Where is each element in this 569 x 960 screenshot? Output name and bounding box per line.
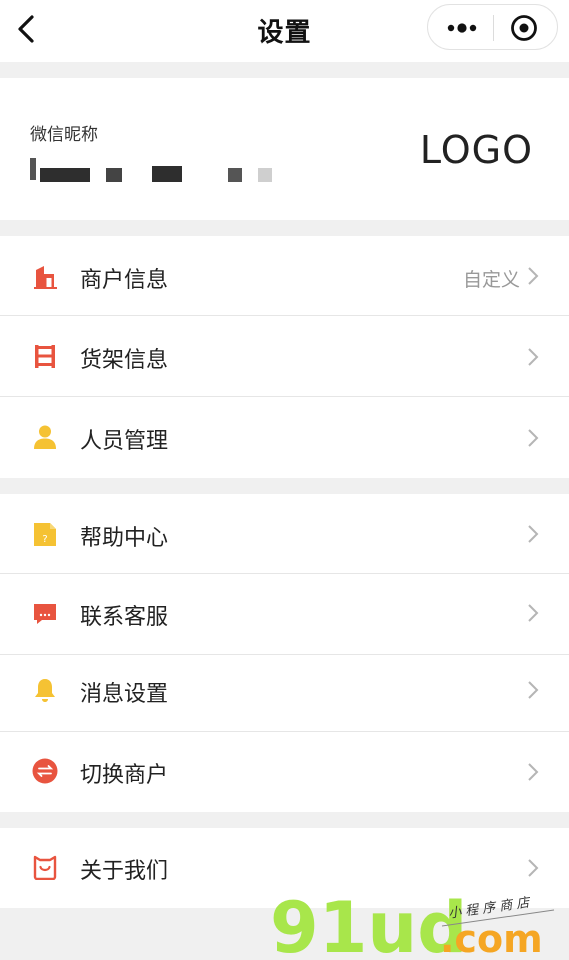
capsule-divider	[493, 15, 494, 41]
nickname-label: 微信昵称	[30, 125, 98, 145]
chevron-right-icon	[528, 267, 539, 285]
menu-item-label: 切换商户	[80, 763, 169, 788]
chevron-right-icon	[528, 681, 539, 699]
profile-card: 微信昵称 LOGO	[0, 78, 569, 220]
menu-item-label: 消息设置	[80, 682, 169, 707]
store-icon	[34, 266, 57, 289]
menu-item-label: 帮助中心	[80, 526, 169, 551]
chevron-right-icon	[528, 604, 539, 622]
chevron-right-icon	[528, 525, 539, 543]
person-icon	[34, 425, 56, 449]
menu-item-staff-management[interactable]: 人员管理	[0, 398, 569, 478]
menu-item-label: 关于我们	[80, 859, 169, 884]
menu-item-switch-merchant[interactable]: 切换商户	[0, 733, 569, 813]
about-bag-icon	[33, 855, 57, 880]
close-miniprogram-icon[interactable]	[510, 14, 538, 42]
menu-item-value: 自定义	[462, 269, 520, 291]
chevron-right-icon	[528, 348, 539, 366]
svg-text:?: ?	[42, 534, 47, 545]
chevron-right-icon	[528, 763, 539, 781]
menu-item-message-settings[interactable]: 消息设置	[0, 652, 569, 732]
chat-icon	[34, 604, 56, 624]
logo: LOGO	[419, 128, 533, 172]
settings-group-2: ? 帮助中心 联系客服 消息设置 切换商户	[0, 494, 569, 812]
mini-program-capsule	[427, 4, 558, 50]
watermark-suffix: .com	[440, 917, 543, 956]
menu-item-shelf-info[interactable]: 货架信息	[0, 317, 569, 397]
menu-item-merchant-info[interactable]: 商户信息 自定义	[0, 236, 569, 316]
help-doc-icon: ?	[34, 523, 56, 546]
menu-item-contact-support[interactable]: 联系客服	[0, 575, 569, 655]
shelf-icon	[35, 345, 55, 368]
watermark-91ud: 91ud .com 小 程 序 商 店	[270, 890, 555, 956]
nav-bar: 设置	[0, 0, 569, 62]
menu-item-label: 联系客服	[80, 605, 169, 630]
switch-icon	[32, 758, 58, 784]
more-icon[interactable]	[446, 18, 478, 38]
menu-item-label: 货架信息	[80, 348, 169, 373]
watermark-main: 91ud	[270, 890, 467, 956]
chevron-right-icon	[528, 429, 539, 447]
chevron-right-icon	[528, 859, 539, 877]
bell-icon	[35, 679, 55, 702]
menu-item-label: 商户信息	[80, 268, 169, 293]
menu-item-help-center[interactable]: ? 帮助中心	[0, 494, 569, 574]
settings-group-1: 商户信息 自定义 货架信息 人员管理	[0, 236, 569, 478]
menu-item-label: 人员管理	[80, 429, 169, 454]
